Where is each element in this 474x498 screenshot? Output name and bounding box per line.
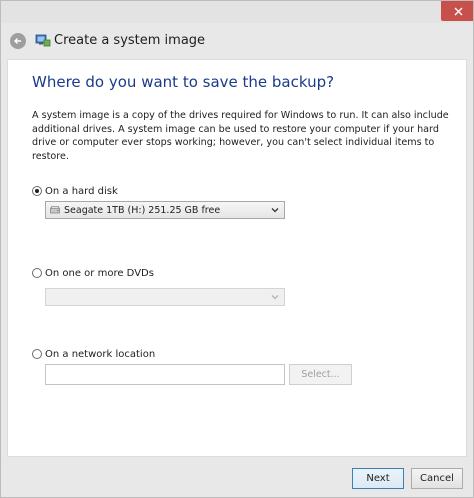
radio-network-label: On a network location [45, 348, 156, 360]
radio-network-button[interactable] [32, 349, 42, 359]
chevron-down-icon [271, 295, 279, 300]
radio-dvd[interactable]: On one or more DVDs [32, 266, 154, 280]
radio-network[interactable]: On a network location [32, 347, 155, 361]
dvd-select[interactable] [45, 288, 285, 306]
page-heading: Where do you want to save the backup? [32, 73, 335, 91]
wizard-content: Where do you want to save the backup? A … [7, 59, 467, 457]
back-button[interactable] [10, 33, 26, 49]
radio-hard-disk-label: On a hard disk [45, 185, 118, 197]
system-image-window: Create a system image Where do you want … [0, 0, 474, 498]
radio-hard-disk[interactable]: On a hard disk [32, 184, 118, 198]
back-arrow-icon [14, 38, 21, 44]
hard-drive-icon [50, 206, 60, 214]
close-icon [454, 7, 462, 15]
radio-selected-dot [35, 189, 39, 193]
chevron-down-icon [271, 208, 279, 213]
network-location-input[interactable] [45, 364, 285, 385]
cancel-button[interactable]: Cancel [411, 468, 463, 489]
select-network-location-button[interactable]: Select... [289, 364, 352, 385]
radio-hard-disk-button[interactable] [32, 186, 42, 196]
next-button[interactable]: Next [352, 468, 404, 489]
hard-disk-select[interactable]: Seagate 1TB (H:) 251.25 GB free [45, 201, 285, 219]
title-bar [1, 1, 473, 23]
radio-dvd-button[interactable] [32, 268, 42, 278]
close-button[interactable] [441, 1, 473, 21]
wizard-title: Create a system image [54, 33, 206, 48]
backup-wizard-icon [35, 34, 51, 47]
radio-dvd-label: On one or more DVDs [45, 267, 154, 279]
wizard-nav-bar: Create a system image [1, 29, 473, 57]
hard-disk-select-value: Seagate 1TB (H:) 251.25 GB free [64, 204, 221, 216]
page-description: A system image is a copy of the drives r… [32, 110, 449, 162]
